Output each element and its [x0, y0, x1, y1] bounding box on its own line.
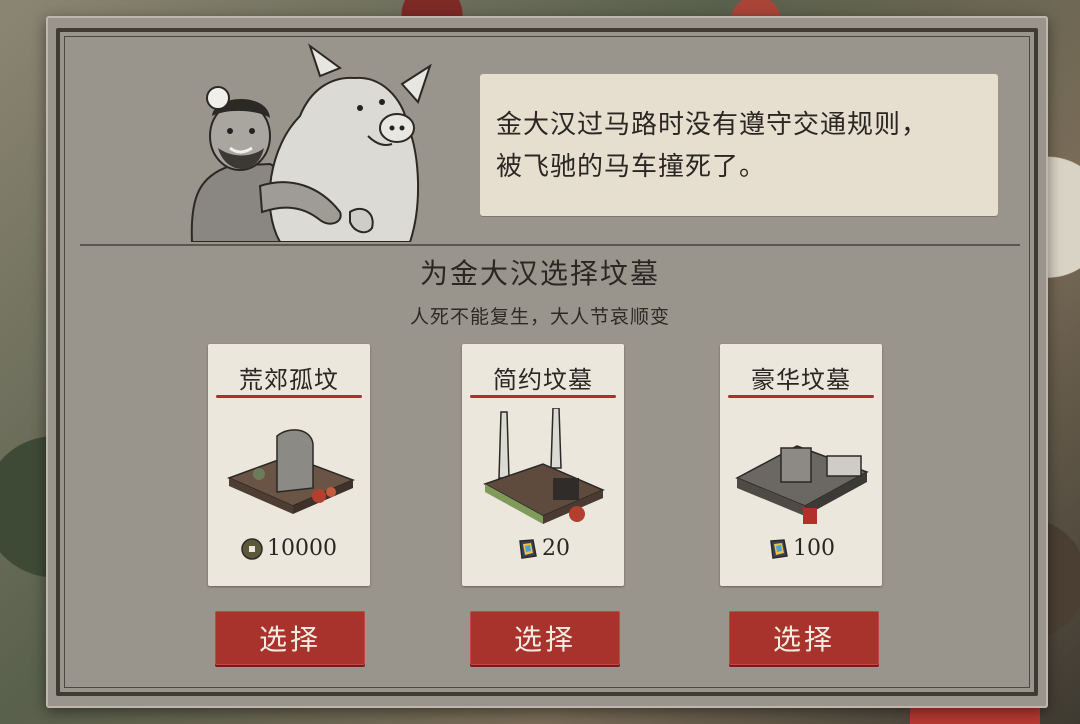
card-underline	[728, 395, 874, 398]
grave-option-name: 荒郊孤坟	[239, 366, 339, 394]
story-line-2: 被飞驰的马车撞死了。	[496, 152, 767, 182]
simple-grave-image	[483, 408, 605, 524]
card-underline	[216, 395, 362, 398]
jade-gem-icon	[519, 538, 537, 559]
price-value: 100	[793, 536, 835, 561]
select-luxury-grave-button[interactable]: 选择	[729, 611, 879, 665]
grave-option-card-luxury: 豪华坟墓 100	[720, 344, 882, 586]
luxury-grave-image	[735, 445, 869, 524]
grave-option-card-wild: 荒郊孤坟 10000	[208, 344, 370, 586]
selection-title: 为金大汉选择坟墓	[419, 257, 660, 290]
copper-coin-icon	[241, 537, 263, 560]
character-portrait	[190, 43, 432, 242]
story-text: 金大汉过马路时没有遵守交通规则， 被飞驰的马车撞死了。	[496, 104, 984, 188]
select-simple-grave-button[interactable]: 选择	[470, 611, 620, 665]
wild-grave-image	[226, 429, 356, 514]
story-message-box: 金大汉过马路时没有遵守交通规则， 被飞驰的马车撞死了。	[480, 74, 998, 216]
jade-gem-icon	[770, 538, 788, 559]
section-divider	[80, 244, 1020, 246]
selection-subtitle: 人死不能复生，大人节哀顺变	[409, 306, 670, 328]
grave-option-price: 100	[720, 536, 882, 561]
select-wild-grave-button[interactable]: 选择	[215, 611, 365, 665]
card-underline	[470, 395, 616, 398]
price-value: 20	[542, 536, 570, 561]
grave-option-card-simple: 简约坟墓 20	[462, 344, 624, 586]
grave-option-price: 10000	[208, 536, 370, 561]
grave-option-price: 20	[462, 536, 624, 561]
grave-option-name: 豪华坟墓	[751, 366, 851, 394]
story-line-1: 金大汉过马路时没有遵守交通规则，	[496, 110, 929, 140]
price-value: 10000	[267, 536, 337, 561]
grave-option-name: 简约坟墓	[493, 366, 593, 394]
